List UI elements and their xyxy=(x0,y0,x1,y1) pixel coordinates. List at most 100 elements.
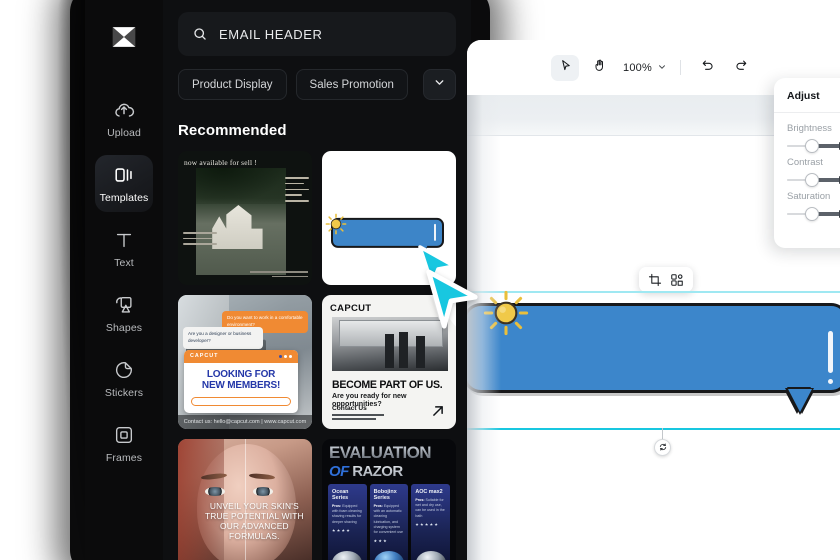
template-footer: Contact us: hello@capcut.com | www.capcu… xyxy=(178,415,312,429)
slider-knob[interactable] xyxy=(805,139,819,153)
sun-sticker[interactable] xyxy=(483,290,529,336)
chevron-down-icon xyxy=(433,76,446,94)
sidebar-item-label: Frames xyxy=(105,452,143,464)
sidebar-item-label: Upload xyxy=(107,127,141,139)
column-body: Equipped with an automatic cleaning lubr… xyxy=(373,504,404,535)
template-card-become-part-of-us[interactable]: CAPCUT BECOME PART OF US. Are you ready … xyxy=(322,295,456,429)
sidebar-item-text[interactable]: Text xyxy=(95,220,153,277)
exclamation-mark xyxy=(433,223,436,242)
brightness-slider[interactable] xyxy=(787,139,840,153)
slider-knob[interactable] xyxy=(805,173,819,187)
cursor-select-tool[interactable] xyxy=(551,54,580,81)
rotate-handle[interactable] xyxy=(654,439,671,456)
zoom-value: 100% xyxy=(623,61,652,74)
zoom-control[interactable]: 100% xyxy=(623,59,667,77)
saturation-slider[interactable] xyxy=(787,207,840,221)
slider-label: Saturation xyxy=(787,191,831,202)
rating-stars xyxy=(415,522,446,526)
shapes-icon xyxy=(113,294,135,316)
sidebar-item-label: Templates xyxy=(99,192,149,204)
dots-indicator xyxy=(279,354,292,358)
sidebar-item-frames[interactable]: Frames xyxy=(95,415,153,472)
chip-sales-promotion[interactable]: Sales Promotion xyxy=(295,69,408,100)
template-headline-line2: NEW MEMBERS! xyxy=(201,379,281,391)
rotate-icon xyxy=(658,439,668,457)
sidebar-item-shapes[interactable]: Shapes xyxy=(95,285,153,342)
sidebar-item-label: Shapes xyxy=(105,322,143,334)
column-body-label: Pros: xyxy=(332,504,342,508)
adjust-panel-title: Adjust xyxy=(787,90,820,102)
exclamation-mark xyxy=(828,331,833,384)
template-left-notes xyxy=(183,232,217,249)
text-t-icon xyxy=(113,229,135,251)
layout-grid-icon[interactable] xyxy=(670,273,684,287)
hand-icon xyxy=(592,58,607,78)
template-contact-lines xyxy=(332,414,384,422)
arrow-up-right-icon xyxy=(429,402,447,420)
chevron-down-icon xyxy=(657,59,667,77)
object-float-toolbar xyxy=(639,267,693,292)
template-card-blank-bubble[interactable] xyxy=(322,151,456,285)
contrast-slider[interactable] xyxy=(787,173,840,187)
sidebar-item-stickers[interactable]: Stickers xyxy=(95,350,153,407)
template-title: EVALUATION xyxy=(329,444,449,461)
slider-label: Contrast xyxy=(787,157,823,168)
product-image xyxy=(332,551,363,560)
template-bubble-white: Are you a designer or business developer… xyxy=(183,327,263,349)
product-image xyxy=(373,551,404,560)
template-headline: BECOME PART OF US. xyxy=(332,379,443,391)
slider-label: Brightness xyxy=(787,123,832,134)
redo-button[interactable] xyxy=(728,55,756,81)
pointer-cursor xyxy=(412,241,456,285)
filter-chip-row: Product Display Sales Promotion xyxy=(178,69,456,100)
template-photo xyxy=(196,168,286,275)
sidebar-item-upload[interactable]: Upload xyxy=(95,90,153,147)
templates-panel: EMAIL HEADER Product Display Sales Promo… xyxy=(163,0,471,560)
slider-row-brightness: Brightness xyxy=(787,123,840,153)
crop-icon[interactable] xyxy=(648,273,662,287)
left-sidebar: Upload Templates Text Shapes Stickers Fr… xyxy=(85,0,163,560)
template-footer xyxy=(250,271,308,280)
frame-icon xyxy=(113,424,135,446)
adjust-panel: Adjust Brightness Contrast Saturation xyxy=(774,78,840,248)
sticker-icon xyxy=(113,359,135,381)
cursor-arrow-icon xyxy=(558,58,573,78)
sidebar-item-templates[interactable]: Templates xyxy=(95,155,153,212)
slider-row-saturation: Saturation xyxy=(787,191,840,221)
template-brand: CAPCUT xyxy=(190,353,219,360)
redo-icon xyxy=(734,58,749,78)
selection-guide-bottom xyxy=(467,428,840,430)
template-brand: CAPCUT xyxy=(330,303,372,314)
chip-product-display[interactable]: Product Display xyxy=(178,69,287,100)
template-card-overlay: CAPCUT LOOKING FOR NEW MEMBERS! xyxy=(184,349,298,413)
template-card-razor-evaluation[interactable]: EVALUATION OF RAZOR Ocean Series Pros: E… xyxy=(322,439,456,560)
search-input[interactable]: EMAIL HEADER xyxy=(178,12,456,56)
template-card-real-estate[interactable]: now available for sell ! xyxy=(178,151,312,285)
slider-row-contrast: Contrast xyxy=(787,157,840,187)
column-body-label: Pros: xyxy=(373,504,383,508)
sidebar-item-label: Text xyxy=(114,257,134,269)
column-heading: AOC max2 xyxy=(415,489,443,495)
template-card-skincare[interactable]: UNVEIL YOUR SKIN'S TRUE POTENTIAL WITH O… xyxy=(178,439,312,560)
pointer-cursor xyxy=(429,295,455,323)
template-subtitle: OF RAZOR xyxy=(329,463,403,480)
template-headline-line1: LOOKING FOR xyxy=(206,368,276,380)
template-subtitle-italic: OF xyxy=(329,463,349,480)
chip-expand-button[interactable] xyxy=(423,69,456,100)
rating-stars xyxy=(332,528,363,532)
template-caption: UNVEIL YOUR SKIN'S TRUE POTENTIAL WITH O… xyxy=(204,500,304,542)
product-image xyxy=(415,551,446,560)
hand-pan-tool[interactable] xyxy=(585,55,613,81)
capcut-logo-icon xyxy=(101,14,147,60)
app-root: Upload Templates Text Shapes Stickers Fr… xyxy=(0,0,840,560)
undo-button[interactable] xyxy=(694,55,722,81)
template-card-hiring[interactable]: Do you want to work in a comfortable env… xyxy=(178,295,312,429)
slider-knob[interactable] xyxy=(805,207,819,221)
template-cta-bar xyxy=(191,397,291,406)
undo-icon xyxy=(700,58,715,78)
template-photo xyxy=(332,317,448,371)
template-subtitle-main: RAZOR xyxy=(352,463,403,480)
toolbar-divider xyxy=(679,60,681,75)
template-headline: now available for sell ! xyxy=(184,158,257,167)
section-title-recommended: Recommended xyxy=(178,122,287,139)
